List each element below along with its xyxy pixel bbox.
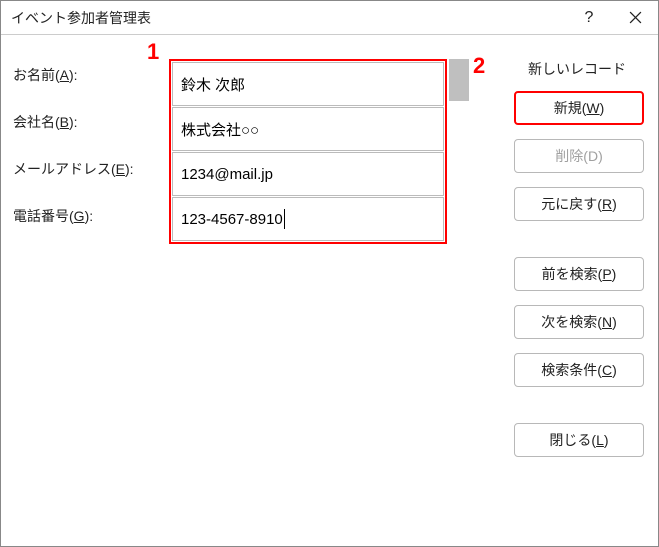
record-scrollbar[interactable] [449, 51, 471, 457]
label-phone: 電話番号(G): [11, 206, 169, 226]
close-icon [629, 11, 642, 24]
phone-field[interactable]: 123-4567-8910 [172, 197, 444, 241]
find-prev-button[interactable]: 前を検索(P) [514, 257, 644, 291]
input-group-highlight: 鈴木 次郎 株式会社○○ 1234@mail.jp 123-4567-8910 [169, 59, 447, 244]
close-button[interactable]: 閉じる(L) [514, 423, 644, 457]
name-field[interactable]: 鈴木 次郎 [172, 62, 444, 106]
record-position-label: 新しいレコード [528, 59, 626, 79]
close-window-button[interactable] [612, 1, 658, 35]
label-name: お名前(A): [11, 65, 169, 85]
button-column: 2 新しいレコード 新規(W) 削除(D) 元に戻す(R) 前を検索(P) 次を… [479, 51, 644, 457]
email-field[interactable]: 1234@mail.jp [172, 152, 444, 196]
delete-button[interactable]: 削除(D) [514, 139, 644, 173]
dialog-body: 1 お名前(A): 会社名(B): メールアドレス(E): 電話番号(G): 鈴… [1, 35, 658, 467]
new-button[interactable]: 新規(W) [514, 91, 644, 125]
label-email: メールアドレス(E): [11, 159, 169, 179]
window-title: イベント参加者管理表 [11, 8, 566, 28]
text-caret [284, 209, 285, 229]
form-area: 1 お名前(A): 会社名(B): メールアドレス(E): 電話番号(G): 鈴… [11, 51, 441, 457]
find-next-button[interactable]: 次を検索(N) [514, 305, 644, 339]
annotation-1: 1 [147, 39, 159, 65]
criteria-button[interactable]: 検索条件(C) [514, 353, 644, 387]
restore-button[interactable]: 元に戻す(R) [514, 187, 644, 221]
label-company: 会社名(B): [11, 112, 169, 132]
help-button[interactable]: ? [566, 1, 612, 35]
titlebar: イベント参加者管理表 ? [1, 1, 658, 35]
annotation-2: 2 [473, 53, 485, 79]
scroll-thumb[interactable] [449, 59, 469, 101]
company-field[interactable]: 株式会社○○ [172, 107, 444, 151]
